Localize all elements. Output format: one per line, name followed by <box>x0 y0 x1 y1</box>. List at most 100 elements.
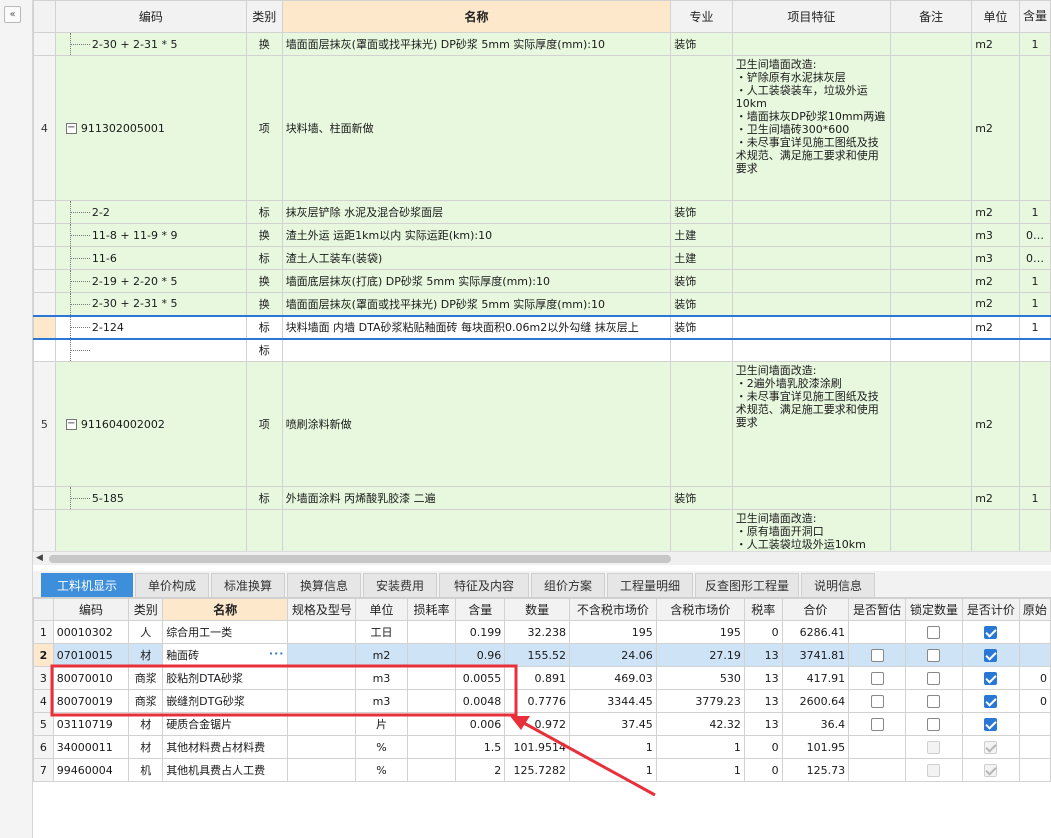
resource-row[interactable]: 5 03110719 材硬质合金锯片 片 0.006 0.972 37.45 42.32 13 3… <box>33 712 1051 736</box>
resource-code[interactable]: 07010015 <box>52 643 130 667</box>
code-cell[interactable]: −911604002002 <box>54 361 247 487</box>
remark-cell[interactable] <box>890 269 973 293</box>
resource-type[interactable]: 商浆 <box>128 666 164 690</box>
lower-col-8[interactable]: 数量 <box>504 598 571 621</box>
provisional-checkbox[interactable] <box>870 694 884 708</box>
more-ellipsis-icon[interactable]: ··· <box>269 647 285 660</box>
resource-lock[interactable] <box>905 735 963 759</box>
type-cell[interactable]: 项 <box>245 55 283 201</box>
resource-unit[interactable]: 工日 <box>355 620 408 644</box>
major-cell[interactable]: 装饰 <box>670 486 733 510</box>
row-number[interactable] <box>33 338 56 362</box>
priced-checkbox[interactable] <box>984 625 998 639</box>
type-cell[interactable]: 换 <box>245 292 283 316</box>
collapse-tree-icon[interactable]: − <box>65 123 77 134</box>
remark-cell[interactable] <box>890 32 973 56</box>
resource-amount[interactable]: 0.891 <box>504 666 571 690</box>
unit-cell[interactable]: m2 <box>971 32 1020 56</box>
resource-no[interactable]: 5 <box>33 712 54 736</box>
scroll-left-arrow-icon[interactable]: ◀ <box>36 553 43 563</box>
content-cell[interactable]: 1 <box>1018 486 1051 510</box>
resource-price-in[interactable]: 1 <box>655 758 745 782</box>
horizontal-scrollbar[interactable]: ◀ <box>33 551 1051 565</box>
lock-qty-checkbox[interactable] <box>927 694 941 708</box>
content-cell[interactable] <box>1018 361 1051 487</box>
name-cell[interactable]: 块料墙、柱面新做 <box>281 55 672 201</box>
remark-cell[interactable] <box>890 292 973 316</box>
resource-loss[interactable] <box>406 643 457 667</box>
resource-orig[interactable] <box>1018 712 1051 736</box>
col-major[interactable]: 专业 <box>670 0 733 33</box>
remark-cell[interactable] <box>890 314 973 340</box>
resource-total[interactable]: 125.73 <box>781 758 850 782</box>
resource-spec[interactable] <box>287 735 357 759</box>
resource-price-in[interactable]: 530 <box>655 666 745 690</box>
resource-no[interactable]: 6 <box>33 735 54 759</box>
provisional-checkbox[interactable] <box>870 717 884 731</box>
priced-checkbox[interactable] <box>984 717 998 731</box>
resource-lock[interactable] <box>905 689 963 713</box>
resource-price-in[interactable]: 42.32 <box>655 712 745 736</box>
major-cell[interactable]: 装饰 <box>670 32 733 56</box>
code-cell[interactable]: −910401007001 <box>54 509 247 551</box>
col-type[interactable]: 类别 <box>245 0 283 33</box>
row-number[interactable] <box>33 292 56 316</box>
lower-col-6[interactable]: 损耗率 <box>406 598 457 621</box>
tab-7[interactable]: 工程量明细 <box>607 573 693 597</box>
row-number[interactable] <box>33 223 56 247</box>
remark-cell[interactable] <box>890 361 973 487</box>
name-cell[interactable]: 掏砌洞口 <box>281 509 672 551</box>
code-cell[interactable]: 2-30 + 2-31 * 5 <box>54 32 247 56</box>
code-cell[interactable]: 5-185 <box>54 486 247 510</box>
resource-name[interactable]: 其他机具费占人工费 <box>162 758 289 782</box>
lock-qty-checkbox[interactable] <box>927 648 941 662</box>
quota-row[interactable]: 2-124 标块料墙面 内墙 DTA砂浆粘贴釉面砖 每块面积0.06m2以外勾缝 … <box>33 314 1051 340</box>
resource-amount[interactable]: 0.972 <box>504 712 571 736</box>
resource-tax[interactable]: 0 <box>743 758 783 782</box>
major-cell[interactable] <box>670 338 733 362</box>
resource-code[interactable]: 80070019 <box>52 689 130 713</box>
resource-total[interactable]: 101.95 <box>781 735 850 759</box>
code-cell[interactable]: 2-124 <box>54 314 247 340</box>
name-cell[interactable]: 墙面面层抹灰(罩面或找平抹光) DP砂浆 5mm 实际厚度(mm):10 <box>281 292 672 316</box>
tab-8[interactable]: 反查图形工程量 <box>695 573 799 597</box>
resource-tax[interactable]: 13 <box>743 689 783 713</box>
quota-row[interactable]: 标 <box>33 338 1051 362</box>
major-cell[interactable]: 土建 <box>670 246 733 270</box>
row-number[interactable] <box>33 32 56 56</box>
list-item-row[interactable]: 5−911604002002 项喷刷涂料新做 卫生间墙面改造: ・2遍外墙乳胶漆涂刷… <box>33 361 1051 487</box>
list-item-row[interactable]: 6−910401007001项掏砌洞口 卫生间墙面改造: ・原有墙面开洞口 ・人工… <box>33 509 1051 551</box>
resource-unit[interactable]: m3 <box>355 666 408 690</box>
resource-name[interactable]: 其他材料费占材料费 <box>162 735 289 759</box>
name-cell[interactable]: 渣土人工装车(装袋) <box>281 246 672 270</box>
resource-no[interactable]: 3 <box>33 666 54 690</box>
collapse-chevron-icon[interactable]: « <box>4 6 21 23</box>
code-cell[interactable]: 2-2 <box>54 200 247 224</box>
type-cell[interactable]: 项 <box>245 361 283 487</box>
major-cell[interactable]: 土建 <box>670 223 733 247</box>
resource-tax[interactable]: 13 <box>743 712 783 736</box>
code-cell[interactable]: 2-19 + 2-20 * 5 <box>54 269 247 293</box>
resource-price-in[interactable]: 3779.23 <box>655 689 745 713</box>
resource-qty[interactable]: 0.199 <box>455 620 506 644</box>
resource-loss[interactable] <box>406 735 457 759</box>
lower-col-9[interactable]: 不含税市场价 <box>569 598 657 621</box>
resource-est[interactable] <box>848 712 906 736</box>
resource-tax[interactable]: 0 <box>743 620 783 644</box>
remark-cell[interactable] <box>890 246 973 270</box>
type-cell[interactable]: 项 <box>245 509 283 551</box>
resource-spec[interactable] <box>287 620 357 644</box>
unit-cell[interactable]: m2 <box>971 292 1020 316</box>
resource-orig[interactable]: 0 <box>1018 666 1051 690</box>
col-remark[interactable]: 备注 <box>890 0 973 33</box>
resource-row[interactable]: 2 07010015 材釉面砖 ··· m2 0.96 155.52 24.06 27.19 13… <box>33 643 1051 667</box>
lower-col-7[interactable]: 含量 <box>455 598 506 621</box>
resource-unit[interactable]: m3 <box>355 689 408 713</box>
unit-cell[interactable]: m2 <box>971 361 1020 487</box>
provisional-checkbox[interactable] <box>870 648 884 662</box>
priced-checkbox[interactable] <box>984 671 998 685</box>
resource-qty[interactable]: 0.96 <box>455 643 506 667</box>
feature-cell[interactable] <box>731 269 892 293</box>
resource-count[interactable] <box>961 620 1020 644</box>
col-code[interactable]: 编码 <box>54 0 247 33</box>
